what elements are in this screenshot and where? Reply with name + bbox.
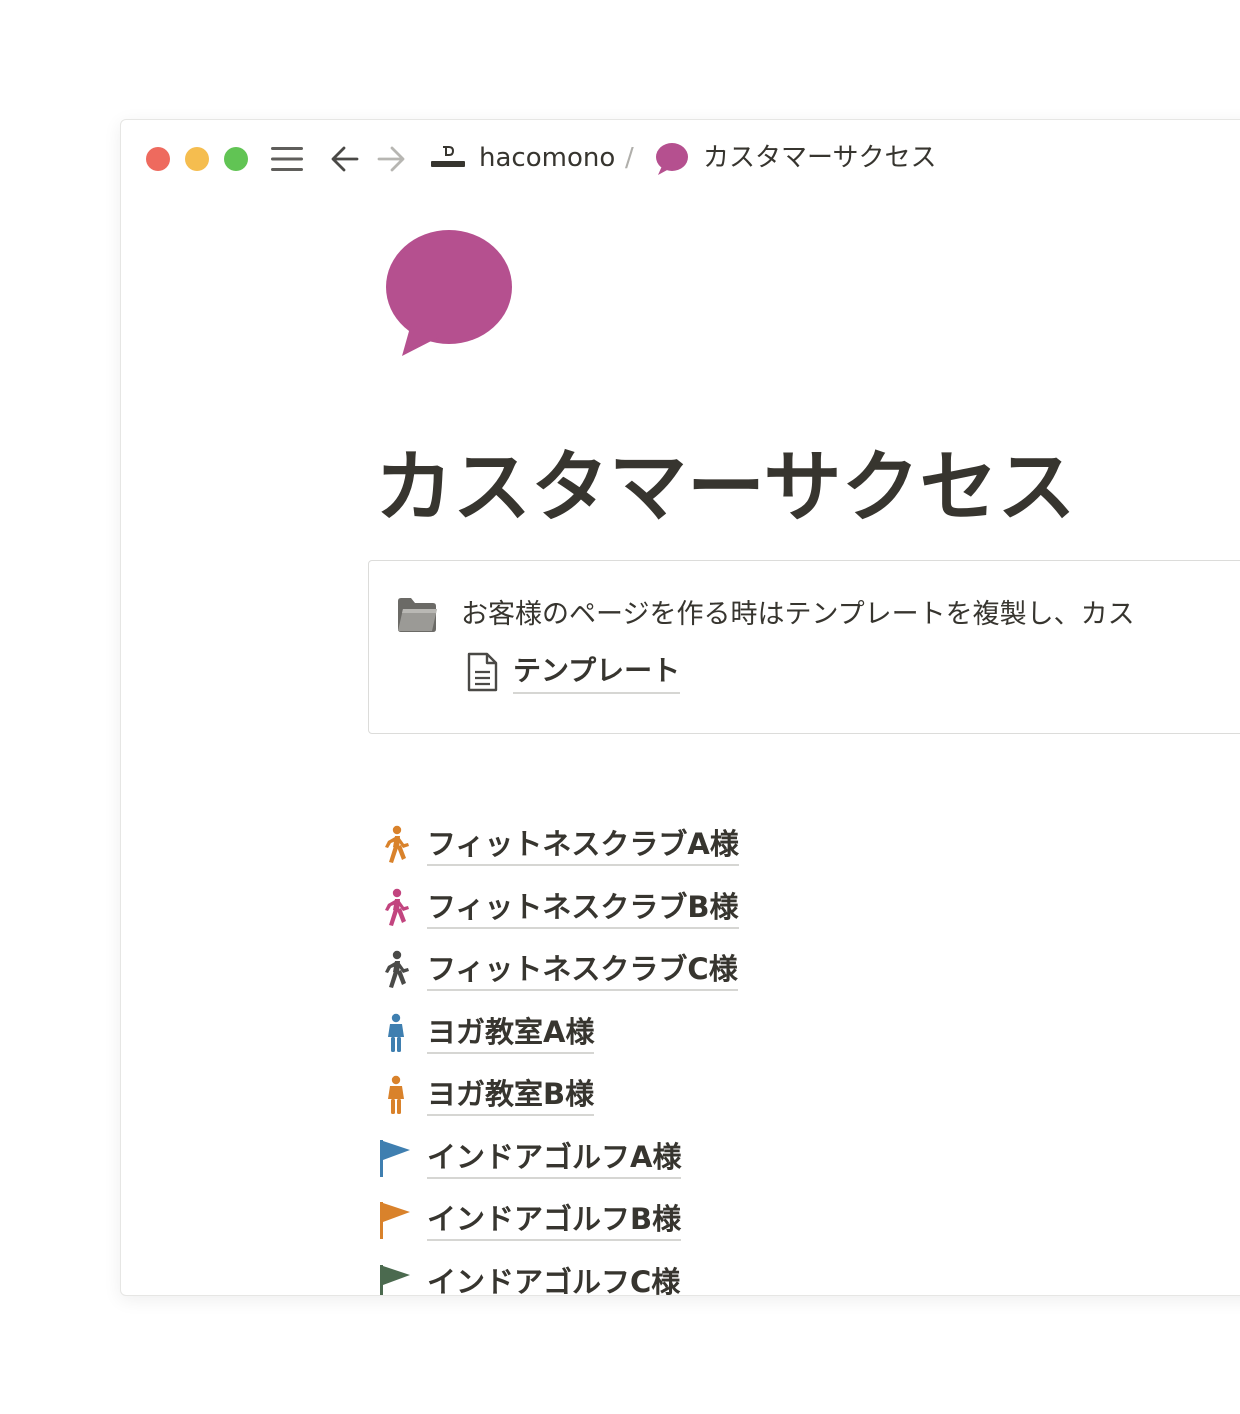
flag-icon: [380, 1202, 410, 1240]
list-item-label[interactable]: ヨガ教室A様: [427, 1012, 595, 1054]
person-icon: [388, 1013, 404, 1052]
flag-icon: [380, 1264, 410, 1295]
page-title[interactable]: カスタマーサクセス: [375, 440, 1075, 536]
breadcrumb-page[interactable]: カスタマーサクセス: [703, 140, 936, 176]
title-bar: hacomono / カスタマーサクセス: [121, 120, 1240, 196]
list-item-label[interactable]: インドアゴルフA様: [427, 1137, 682, 1179]
app-window: hacomono / カスタマーサクセス カスタマーサクセス お客様のページを作…: [120, 119, 1240, 1296]
zoom-window-button[interactable]: [224, 147, 248, 171]
person-icon: [388, 1076, 404, 1115]
runner-icon: [385, 951, 409, 989]
menu-icon[interactable]: [271, 146, 303, 172]
list-item-label[interactable]: フィットネスクラブB様: [427, 887, 739, 929]
list-item[interactable]: ヨガ教室A様: [377, 1002, 739, 1065]
customer-page-list: フィットネスクラブA様 フィットネスクラブB様 フィットネスクラブC様 ヨガ教室…: [377, 814, 739, 1295]
callout-block: お客様のページを作る時はテンプレートを複製し、カス テンプレート: [368, 560, 1240, 734]
list-item[interactable]: インドアゴルフC様: [377, 1252, 739, 1295]
document-icon: [467, 652, 498, 692]
list-item-label[interactable]: インドアゴルフC様: [427, 1262, 680, 1295]
runner-icon: [385, 826, 409, 864]
list-item-label[interactable]: フィットネスクラブA様: [427, 824, 739, 867]
list-item-label[interactable]: ヨガ教室B様: [427, 1074, 595, 1117]
breadcrumb-workspace[interactable]: hacomono: [479, 140, 615, 176]
list-item[interactable]: インドアゴルフB様: [377, 1189, 739, 1252]
hacomono-logo-icon: [431, 146, 465, 167]
runner-icon: [385, 888, 409, 926]
list-item-label[interactable]: フィットネスクラブC様: [427, 949, 738, 992]
speech-bubble-icon[interactable]: [383, 228, 513, 358]
list-item[interactable]: フィットネスクラブA様: [377, 814, 739, 877]
speech-bubble-icon: [656, 143, 688, 175]
list-item-label[interactable]: インドアゴルフB様: [427, 1199, 682, 1242]
list-item[interactable]: フィットネスクラブC様: [377, 939, 739, 1002]
close-window-button[interactable]: [146, 147, 170, 171]
template-page-link[interactable]: テンプレート: [465, 649, 681, 695]
folder-icon: [398, 598, 437, 632]
template-link-label[interactable]: テンプレート: [513, 651, 681, 694]
callout-text: お客様のページを作る時はテンプレートを複製し、カス: [461, 599, 1135, 630]
breadcrumb-separator: /: [625, 143, 634, 173]
minimize-window-button[interactable]: [185, 147, 209, 171]
back-arrow-icon[interactable]: [329, 143, 361, 175]
list-item[interactable]: ヨガ教室B様: [377, 1064, 739, 1127]
flag-icon: [380, 1139, 410, 1177]
list-item[interactable]: フィットネスクラブB様: [377, 877, 739, 940]
forward-arrow-icon[interactable]: [375, 143, 407, 175]
list-item[interactable]: インドアゴルフA様: [377, 1127, 739, 1190]
